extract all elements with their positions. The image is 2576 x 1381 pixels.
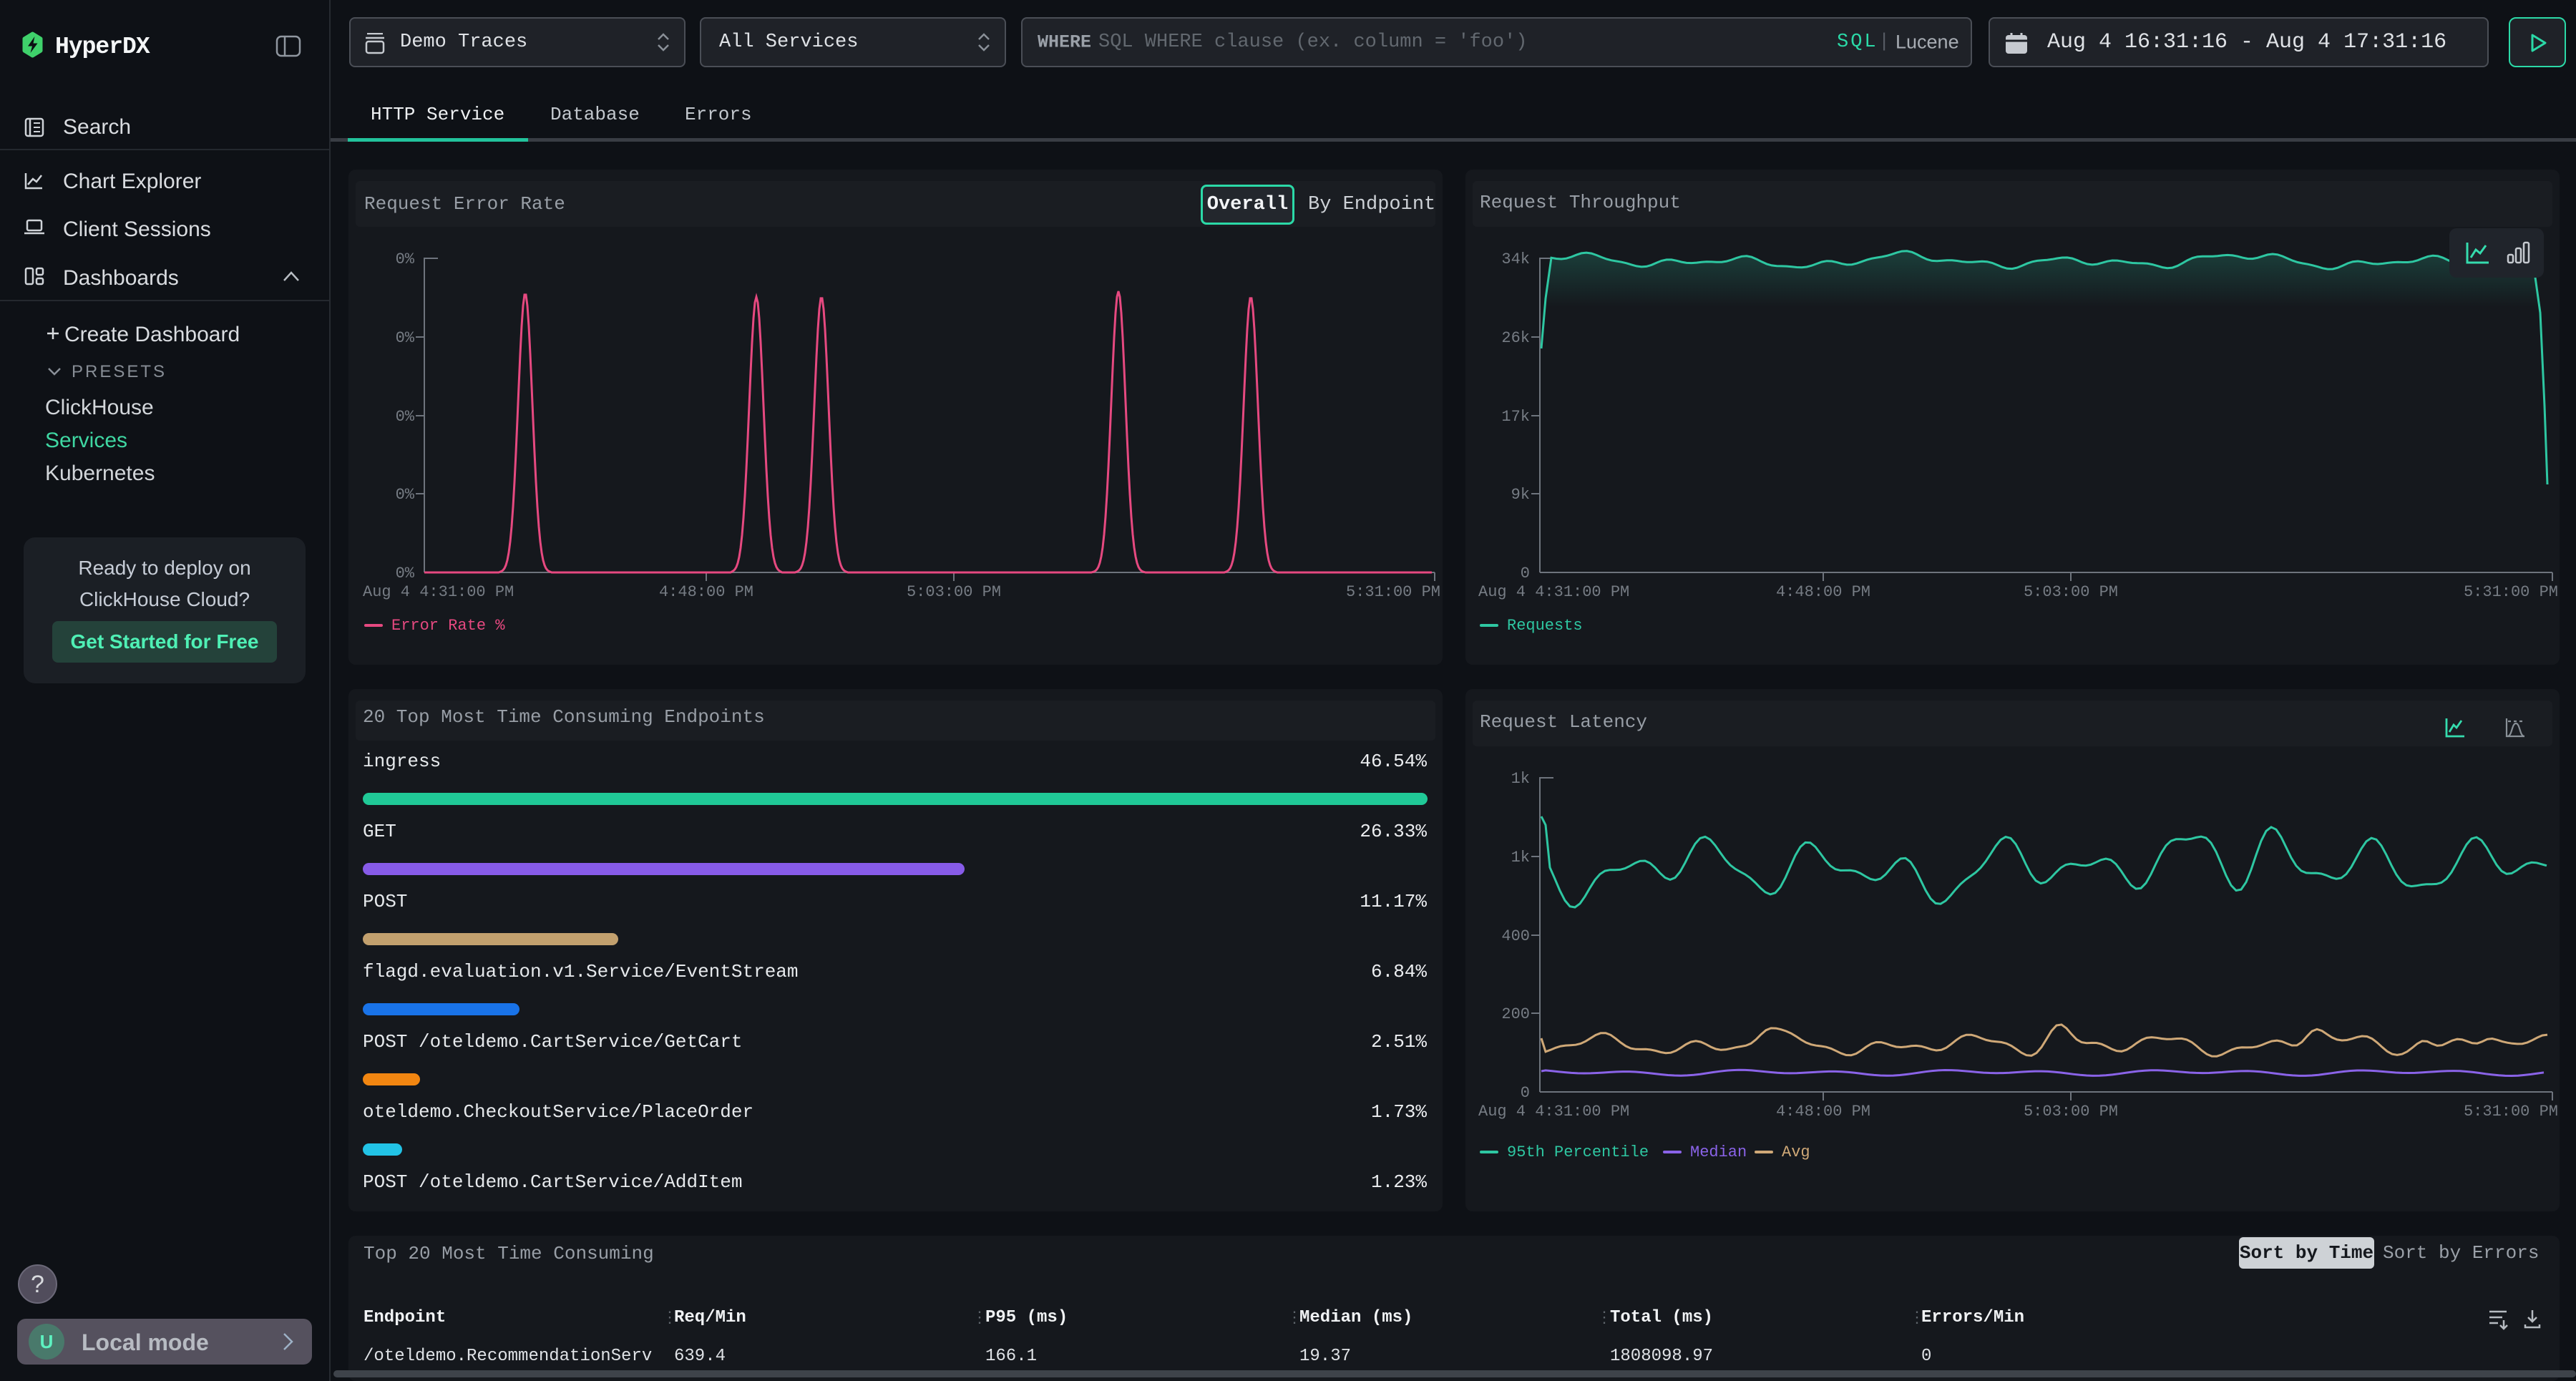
svg-text:0: 0 bbox=[1521, 1084, 1530, 1102]
svg-text:5:03:00 PM: 5:03:00 PM bbox=[2024, 1103, 2118, 1121]
svg-text:400: 400 bbox=[1501, 927, 1530, 945]
svg-text:17k: 17k bbox=[1501, 408, 1530, 426]
svg-text:5:03:00 PM: 5:03:00 PM bbox=[2024, 583, 2118, 601]
svg-text:0%: 0% bbox=[396, 408, 415, 426]
svg-text:Aug 4 4:31:00 PM: Aug 4 4:31:00 PM bbox=[363, 583, 514, 601]
svg-text:34k: 34k bbox=[1501, 250, 1530, 268]
svg-text:5:31:00 PM: 5:31:00 PM bbox=[2464, 1103, 2558, 1121]
svg-text:5:03:00 PM: 5:03:00 PM bbox=[907, 583, 1001, 601]
svg-text:5:31:00 PM: 5:31:00 PM bbox=[2464, 583, 2558, 601]
svg-text:4:48:00 PM: 4:48:00 PM bbox=[1776, 1103, 1870, 1121]
svg-text:5:31:00 PM: 5:31:00 PM bbox=[1346, 583, 1440, 601]
svg-text:Aug 4 4:31:00 PM: Aug 4 4:31:00 PM bbox=[1478, 1103, 1629, 1121]
svg-text:200: 200 bbox=[1501, 1005, 1530, 1023]
svg-text:0%: 0% bbox=[396, 329, 415, 347]
svg-text:0: 0 bbox=[1521, 565, 1530, 582]
svg-text:0%: 0% bbox=[396, 250, 415, 268]
svg-text:0%: 0% bbox=[396, 486, 415, 504]
svg-text:4:48:00 PM: 4:48:00 PM bbox=[659, 583, 753, 601]
svg-text:0%: 0% bbox=[396, 565, 415, 582]
svg-text:1k: 1k bbox=[1511, 849, 1530, 867]
svg-text:Aug 4 4:31:00 PM: Aug 4 4:31:00 PM bbox=[1478, 583, 1629, 601]
svg-text:4:48:00 PM: 4:48:00 PM bbox=[1776, 583, 1870, 601]
svg-text:9k: 9k bbox=[1511, 486, 1530, 504]
svg-text:26k: 26k bbox=[1501, 329, 1530, 347]
svg-text:1k: 1k bbox=[1511, 770, 1530, 788]
